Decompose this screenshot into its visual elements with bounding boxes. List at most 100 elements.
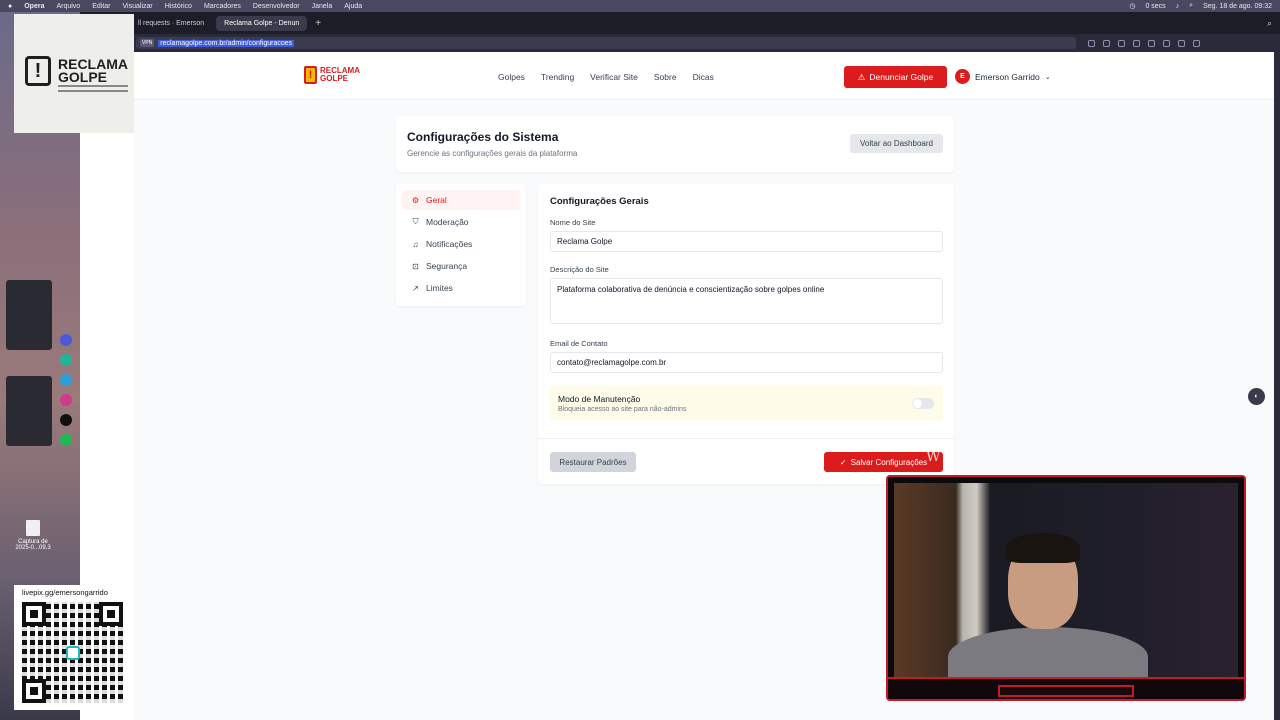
- nav-links: Golpes Trending Verificar Site Sobre Dic…: [498, 72, 714, 82]
- menu-item-janela[interactable]: Janela: [312, 3, 333, 10]
- window-thumbnail[interactable]: [6, 280, 52, 350]
- tab-search-icon[interactable]: ⌕: [1267, 18, 1272, 29]
- site-name-label: Nome do Site: [550, 218, 596, 227]
- exclamation-icon: !: [25, 56, 51, 86]
- sidebar-item-geral[interactable]: ⚙ Geral: [402, 190, 520, 210]
- nav-dicas[interactable]: Dicas: [693, 72, 714, 82]
- window-thumbnail[interactable]: [6, 376, 52, 446]
- floating-action-icon[interactable]: ◐: [1248, 388, 1265, 405]
- menu-item-ajuda[interactable]: Ajuda: [344, 3, 362, 10]
- url-field[interactable]: VPN reclamagolpe.com.br/admin/configurac…: [136, 37, 1076, 49]
- bell-icon: ♫: [412, 239, 419, 249]
- macos-menubar: ● Opera Arquivo Editar Visualizar Histór…: [0, 0, 1280, 12]
- clock-text[interactable]: Seg. 18 de ago. 09:32: [1203, 3, 1272, 10]
- extension-icon[interactable]: [1163, 39, 1170, 47]
- extension-icon[interactable]: [1103, 39, 1110, 47]
- search-icon[interactable]: ⌕: [1189, 2, 1193, 10]
- settings-sidebar: ⚙ Geral ⛉ Moderação ♫ Notificações ⊡ Seg…: [396, 184, 526, 306]
- sidebar-item-label: Moderação: [426, 217, 469, 227]
- page-title: Configurações do Sistema: [407, 130, 559, 144]
- browser-address-bar: VPN reclamagolpe.com.br/admin/configurac…: [80, 34, 1280, 52]
- sidebar-item-moderacao[interactable]: ⛉ Moderação: [402, 212, 520, 232]
- extension-icon[interactable]: [1088, 39, 1095, 47]
- overlay-logo-tagline-lines: [58, 85, 128, 92]
- menu-item-arquivo[interactable]: Arquivo: [56, 3, 80, 10]
- menu-item-historico[interactable]: Histórico: [165, 3, 192, 10]
- spotify-icon[interactable]: [60, 434, 72, 446]
- document-icon: [26, 520, 40, 536]
- logo-line-2: GOLPE: [320, 74, 349, 83]
- qr-finder: [22, 679, 46, 703]
- back-to-dashboard-button[interactable]: Voltar ao Dashboard: [850, 134, 943, 153]
- qr-code-icon: [22, 602, 123, 703]
- check-icon: ✓: [839, 457, 847, 467]
- browser-tab-active[interactable]: Reclama Golpe - Denun: [216, 15, 308, 31]
- maintenance-toggle[interactable]: [912, 398, 934, 409]
- vpn-badge[interactable]: VPN: [140, 39, 155, 47]
- new-tab-icon[interactable]: +: [311, 18, 325, 29]
- extension-icon[interactable]: [1178, 39, 1185, 47]
- site-name-input[interactable]: Reclama Golpe: [550, 231, 943, 252]
- webcam-name-bar: [998, 685, 1134, 697]
- site-description-label: Descrição do Site: [550, 265, 609, 274]
- save-settings-label: Salvar Configurações: [850, 457, 928, 467]
- sidebar-item-limites[interactable]: ↗ Limites: [402, 278, 520, 298]
- page-subtitle: Gerencie as configurações gerais da plat…: [407, 149, 578, 158]
- extension-icon[interactable]: [1148, 39, 1155, 47]
- site-logo[interactable]: ! RECLAMA GOLPE: [304, 66, 360, 84]
- webcam-person-hair: [1006, 533, 1080, 563]
- sidebar-item-label: Geral: [426, 195, 447, 205]
- volume-icon[interactable]: ♪: [1176, 3, 1180, 10]
- site-description-textarea[interactable]: Plataforma colaborativa de denúncia e co…: [550, 278, 943, 324]
- sidebar-item-label: Notificações: [426, 239, 473, 249]
- lock-icon: ⊡: [412, 261, 419, 271]
- extension-icon[interactable]: [1133, 39, 1140, 47]
- x-icon[interactable]: [60, 414, 72, 426]
- sidebar-item-seguranca[interactable]: ⊡ Segurança: [402, 256, 520, 276]
- browser-toolbar-icons: [1088, 39, 1200, 47]
- extension-icon[interactable]: [1118, 39, 1125, 47]
- trend-icon: ↗: [412, 283, 419, 293]
- sidebar-item-label: Segurança: [426, 261, 468, 271]
- nav-golpes[interactable]: Golpes: [498, 72, 525, 82]
- browser-tab[interactable]: ll requests · Emerson: [130, 16, 212, 31]
- telegram-icon[interactable]: [60, 374, 72, 386]
- app-icon[interactable]: [60, 354, 72, 366]
- menu-item-visualizar[interactable]: Visualizar: [123, 3, 153, 10]
- nav-trending[interactable]: Trending: [541, 72, 574, 82]
- browser-tab-bar: ll requests · Emerson Reclama Golpe - De…: [80, 12, 1280, 34]
- menu-item-desenvolvedor[interactable]: Desenvolvedor: [253, 3, 300, 10]
- timer-icon[interactable]: ◷: [1129, 2, 1135, 10]
- overlay-logo-text: RECLAMA GOLPE: [58, 57, 128, 84]
- desktop-file[interactable]: Captura de 2025-0...09.3: [10, 520, 56, 551]
- nav-verificar-site[interactable]: Verificar Site: [590, 72, 638, 82]
- instagram-icon[interactable]: [60, 394, 72, 406]
- user-menu[interactable]: E Emerson Garrido ⌄: [955, 69, 1051, 84]
- restore-defaults-button[interactable]: Restaurar Padrões: [550, 452, 636, 472]
- toggle-knob: [913, 399, 922, 408]
- apple-icon[interactable]: ●: [8, 3, 12, 10]
- watermark-glyph: W: [926, 449, 941, 465]
- report-scam-button[interactable]: ⚠ Denunciar Golpe: [844, 66, 947, 88]
- extension-icon[interactable]: [1193, 39, 1200, 47]
- nav-sobre[interactable]: Sobre: [654, 72, 677, 82]
- qr-finder: [22, 602, 46, 626]
- menu-app-name[interactable]: Opera: [24, 3, 44, 10]
- webcam-overlay: [886, 475, 1246, 701]
- page-header-card: Configurações do Sistema Gerencie as con…: [396, 116, 954, 172]
- menu-item-editar[interactable]: Editar: [92, 3, 110, 10]
- user-name: Emerson Garrido: [975, 71, 1040, 82]
- contact-email-input[interactable]: contato@reclamagolpe.com.br: [550, 352, 943, 373]
- avatar: E: [955, 69, 970, 84]
- menubar-status-area: ◷ 0 secs ♪ ⌕ Seg. 18 de ago. 09:32: [1129, 2, 1272, 10]
- qr-center-logo: [66, 646, 80, 660]
- sidebar-item-label: Limites: [426, 283, 453, 293]
- site-navbar: ! RECLAMA GOLPE Golpes Trending Verifica…: [134, 52, 1274, 100]
- gear-icon: ⚙: [411, 195, 420, 205]
- url-text[interactable]: reclamagolpe.com.br/admin/configuracoes: [158, 39, 295, 47]
- app-icon[interactable]: [60, 334, 72, 346]
- sidebar-item-notificacoes[interactable]: ♫ Notificações: [402, 234, 520, 254]
- menu-item-marcadores[interactable]: Marcadores: [204, 3, 241, 10]
- logo-text: RECLAMA GOLPE: [320, 67, 360, 83]
- app-icon-stack: [60, 334, 72, 446]
